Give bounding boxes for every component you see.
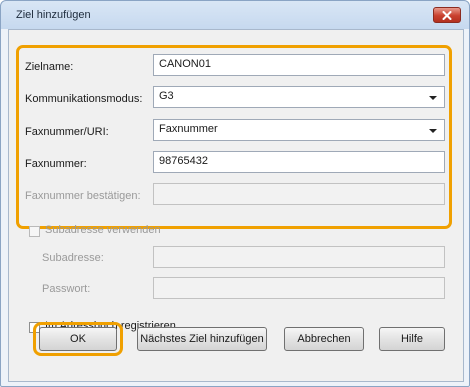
zielname-label: Zielname: [25,61,74,73]
window-title: Ziel hinzufügen [16,9,91,21]
subadresse-input [153,246,445,268]
zielname-input[interactable]: CANON01 [153,54,445,76]
dialog-content: Zielname: CANON01 Kommunikationsmodus: G… [8,29,464,382]
subadresse-verwenden-checkbox [29,226,40,237]
cancel-button[interactable]: Abbrechen [284,327,364,351]
faxnummer-uri-value: Faxnummer [159,123,218,135]
kommunikationsmodus-select[interactable]: G3 [153,86,445,108]
title-bar[interactable]: Ziel hinzufügen [1,1,469,29]
faxnummer-input[interactable]: 98765432 [153,151,445,173]
passwort-label: Passwort: [42,283,91,295]
close-button[interactable] [433,7,461,23]
faxnummer-bestaetigen-label: Faxnummer bestätigen: [25,190,141,202]
chevron-down-icon [429,96,437,100]
faxnummer-uri-label: Faxnummer/URI: [25,126,109,138]
kommunikationsmodus-value: G3 [159,90,174,102]
faxnummer-label: Faxnummer: [25,158,87,170]
subadresse-verwenden-label: Subadresse verwenden [45,224,161,236]
ok-button[interactable]: OK [39,327,117,351]
close-icon [442,10,452,20]
next-destination-button[interactable]: Nächstes Ziel hinzufügen [137,327,267,351]
faxnummer-uri-select[interactable]: Faxnummer [153,119,445,141]
kommunikationsmodus-label: Kommunikationsmodus: [25,93,143,105]
dialog-window: Ziel hinzufügen Zielname: CANON01 Kommun… [0,0,470,387]
chevron-down-icon [429,129,437,133]
help-button[interactable]: Hilfe [379,327,445,351]
faxnummer-bestaetigen-input [153,183,445,205]
subadresse-label: Subadresse: [42,252,104,264]
passwort-input [153,277,445,299]
